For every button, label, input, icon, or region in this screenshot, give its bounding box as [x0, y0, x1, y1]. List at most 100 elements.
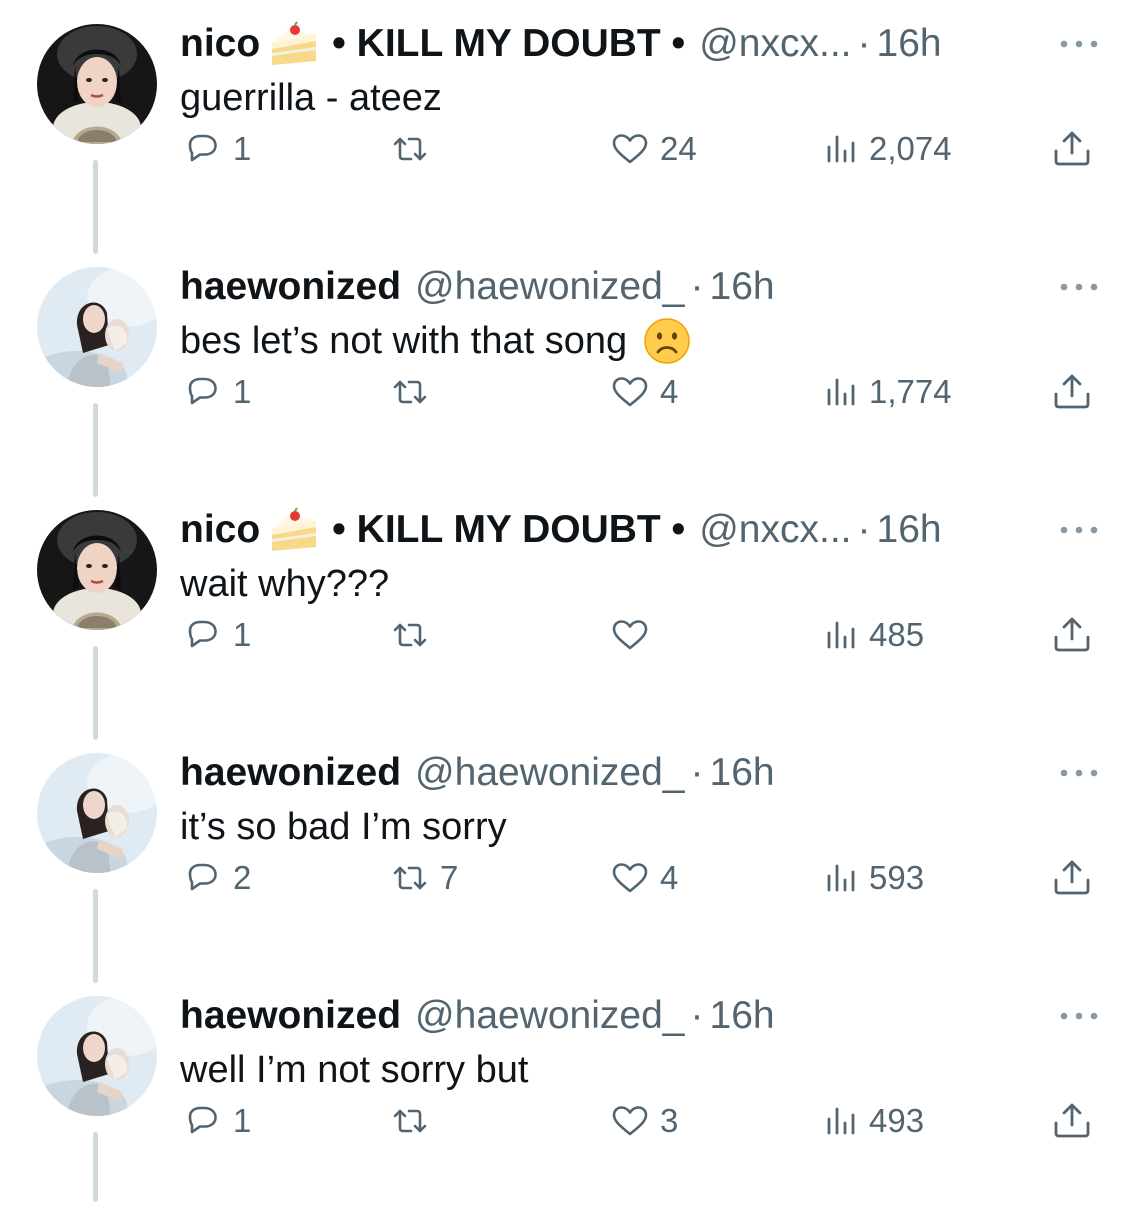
display-name[interactable]: haewonized: [180, 261, 401, 313]
reply-button[interactable]: 1: [183, 610, 251, 660]
like-button[interactable]: 4: [610, 367, 678, 417]
reply-button[interactable]: 1: [183, 367, 251, 417]
user-handle[interactable]: @haewonized_: [415, 747, 684, 799]
display-name[interactable]: haewonized: [180, 747, 401, 799]
tweet-header: haewonized @haewonized_ · 16h: [180, 261, 775, 313]
avatar[interactable]: [37, 267, 157, 387]
view-count: 2,074: [869, 130, 952, 167]
reply-icon: [188, 863, 217, 891]
retweet-icon: [393, 866, 427, 890]
tweet-text-content: it’s so bad I’m sorry: [180, 806, 507, 848]
display-name-suffix[interactable]: • KILL MY DOUBT •: [332, 18, 685, 70]
more-options-icon[interactable]: [1058, 767, 1100, 779]
more-options-icon[interactable]: [1058, 281, 1100, 293]
views-icon: [827, 135, 855, 163]
user-handle[interactable]: @haewonized_: [415, 990, 684, 1042]
timestamp[interactable]: 16h: [710, 261, 775, 313]
view-count: 493: [869, 1102, 925, 1139]
avatar[interactable]: [37, 510, 157, 630]
separator: ·: [857, 22, 871, 65]
display-name[interactable]: nico: [180, 18, 260, 70]
views-button[interactable]: 593: [823, 853, 924, 903]
thread-line: [93, 646, 98, 740]
heart-icon: [612, 863, 648, 893]
retweet-button[interactable]: [390, 367, 440, 417]
reply-count: 1: [233, 616, 252, 653]
avatar[interactable]: [37, 753, 157, 873]
reply-button[interactable]: 2: [183, 853, 251, 903]
reply-icon: [188, 620, 217, 648]
retweet-button[interactable]: 7: [390, 853, 458, 903]
tweet-text: well I’m not sorry but: [180, 1044, 528, 1096]
timestamp[interactable]: 16h: [710, 747, 775, 799]
view-count: 485: [869, 616, 925, 653]
tweet[interactable]: haewonized @haewonized_ · 16h it’s so ba…: [0, 729, 1141, 983]
tweet-header: haewonized @haewonized_ · 16h: [180, 990, 775, 1042]
reply-button[interactable]: 1: [183, 1096, 251, 1146]
retweet-button[interactable]: [390, 124, 440, 174]
more-options-icon[interactable]: [1058, 1010, 1100, 1022]
tweet-header: nico • KILL MY DOUBT • @nxcx... · 16h: [180, 18, 942, 70]
retweet-button[interactable]: [390, 1096, 440, 1146]
views-icon: [827, 621, 855, 649]
reply-button[interactable]: 1: [183, 124, 251, 174]
reply-count: 2: [233, 859, 252, 896]
views-icon: [827, 378, 855, 406]
like-count: 24: [660, 130, 697, 167]
views-button[interactable]: 2,074: [823, 124, 952, 174]
retweet-icon: [393, 380, 427, 404]
views-button[interactable]: 493: [823, 1096, 924, 1146]
thread-line: [93, 889, 98, 983]
avatar[interactable]: [37, 24, 157, 144]
tweet-text-content: well I’m not sorry but: [180, 1049, 529, 1091]
like-button[interactable]: 24: [610, 124, 697, 174]
tweet[interactable]: haewonized @haewonized_ · 16h well I’m n…: [0, 972, 1141, 1215]
share-button[interactable]: [1052, 1096, 1092, 1146]
display-name-suffix[interactable]: • KILL MY DOUBT •: [332, 504, 685, 556]
share-button[interactable]: [1052, 853, 1092, 903]
user-handle[interactable]: @haewonized_: [415, 261, 684, 313]
share-button[interactable]: [1052, 367, 1092, 417]
timestamp[interactable]: 16h: [710, 990, 775, 1042]
more-options-icon[interactable]: [1058, 524, 1100, 536]
heart-icon: [612, 134, 648, 164]
avatar[interactable]: [37, 996, 157, 1116]
heart-icon: [612, 1106, 648, 1136]
like-button[interactable]: [610, 610, 660, 660]
separator: ·: [690, 994, 704, 1037]
timestamp[interactable]: 16h: [877, 18, 942, 70]
tweet[interactable]: nico • KILL MY DOUBT • @nxcx... · 16h wa…: [0, 486, 1141, 740]
tweet-text-content: wait why???: [180, 563, 390, 605]
retweet-button[interactable]: [390, 610, 440, 660]
view-count: 1,774: [869, 373, 952, 410]
views-icon: [827, 864, 855, 892]
separator: ·: [857, 508, 871, 551]
views-button[interactable]: 1,774: [823, 367, 952, 417]
slightly-frowning-face-emoji-icon: [643, 317, 691, 365]
reply-icon: [188, 377, 217, 405]
display-name[interactable]: haewonized: [180, 990, 401, 1042]
share-button[interactable]: [1052, 610, 1092, 660]
share-icon: [1054, 374, 1090, 409]
thread-line: [93, 1132, 98, 1202]
tweet[interactable]: nico • KILL MY DOUBT • @nxcx... · 16h gu…: [0, 0, 1141, 254]
thread-line: [93, 403, 98, 497]
more-options-icon[interactable]: [1058, 38, 1100, 50]
retweet-icon: [393, 1109, 427, 1133]
tweet-header: haewonized @haewonized_ · 16h: [180, 747, 775, 799]
user-handle[interactable]: @nxcx...: [699, 504, 851, 556]
tweet[interactable]: haewonized @haewonized_ · 16h bes let’s …: [0, 243, 1141, 497]
share-button[interactable]: [1052, 124, 1092, 174]
like-count: 4: [660, 373, 679, 410]
reply-count: 1: [233, 373, 252, 410]
reply-icon: [188, 134, 217, 162]
like-button[interactable]: 3: [610, 1096, 678, 1146]
tweet-text-content: guerrilla - ateez: [180, 77, 442, 119]
timestamp[interactable]: 16h: [877, 504, 942, 556]
like-button[interactable]: 4: [610, 853, 678, 903]
tweet-text-content: bes let’s not with that song: [180, 320, 628, 362]
user-handle[interactable]: @nxcx...: [699, 18, 851, 70]
retweet-icon: [393, 623, 427, 647]
display-name[interactable]: nico: [180, 504, 260, 556]
views-button[interactable]: 485: [823, 610, 924, 660]
